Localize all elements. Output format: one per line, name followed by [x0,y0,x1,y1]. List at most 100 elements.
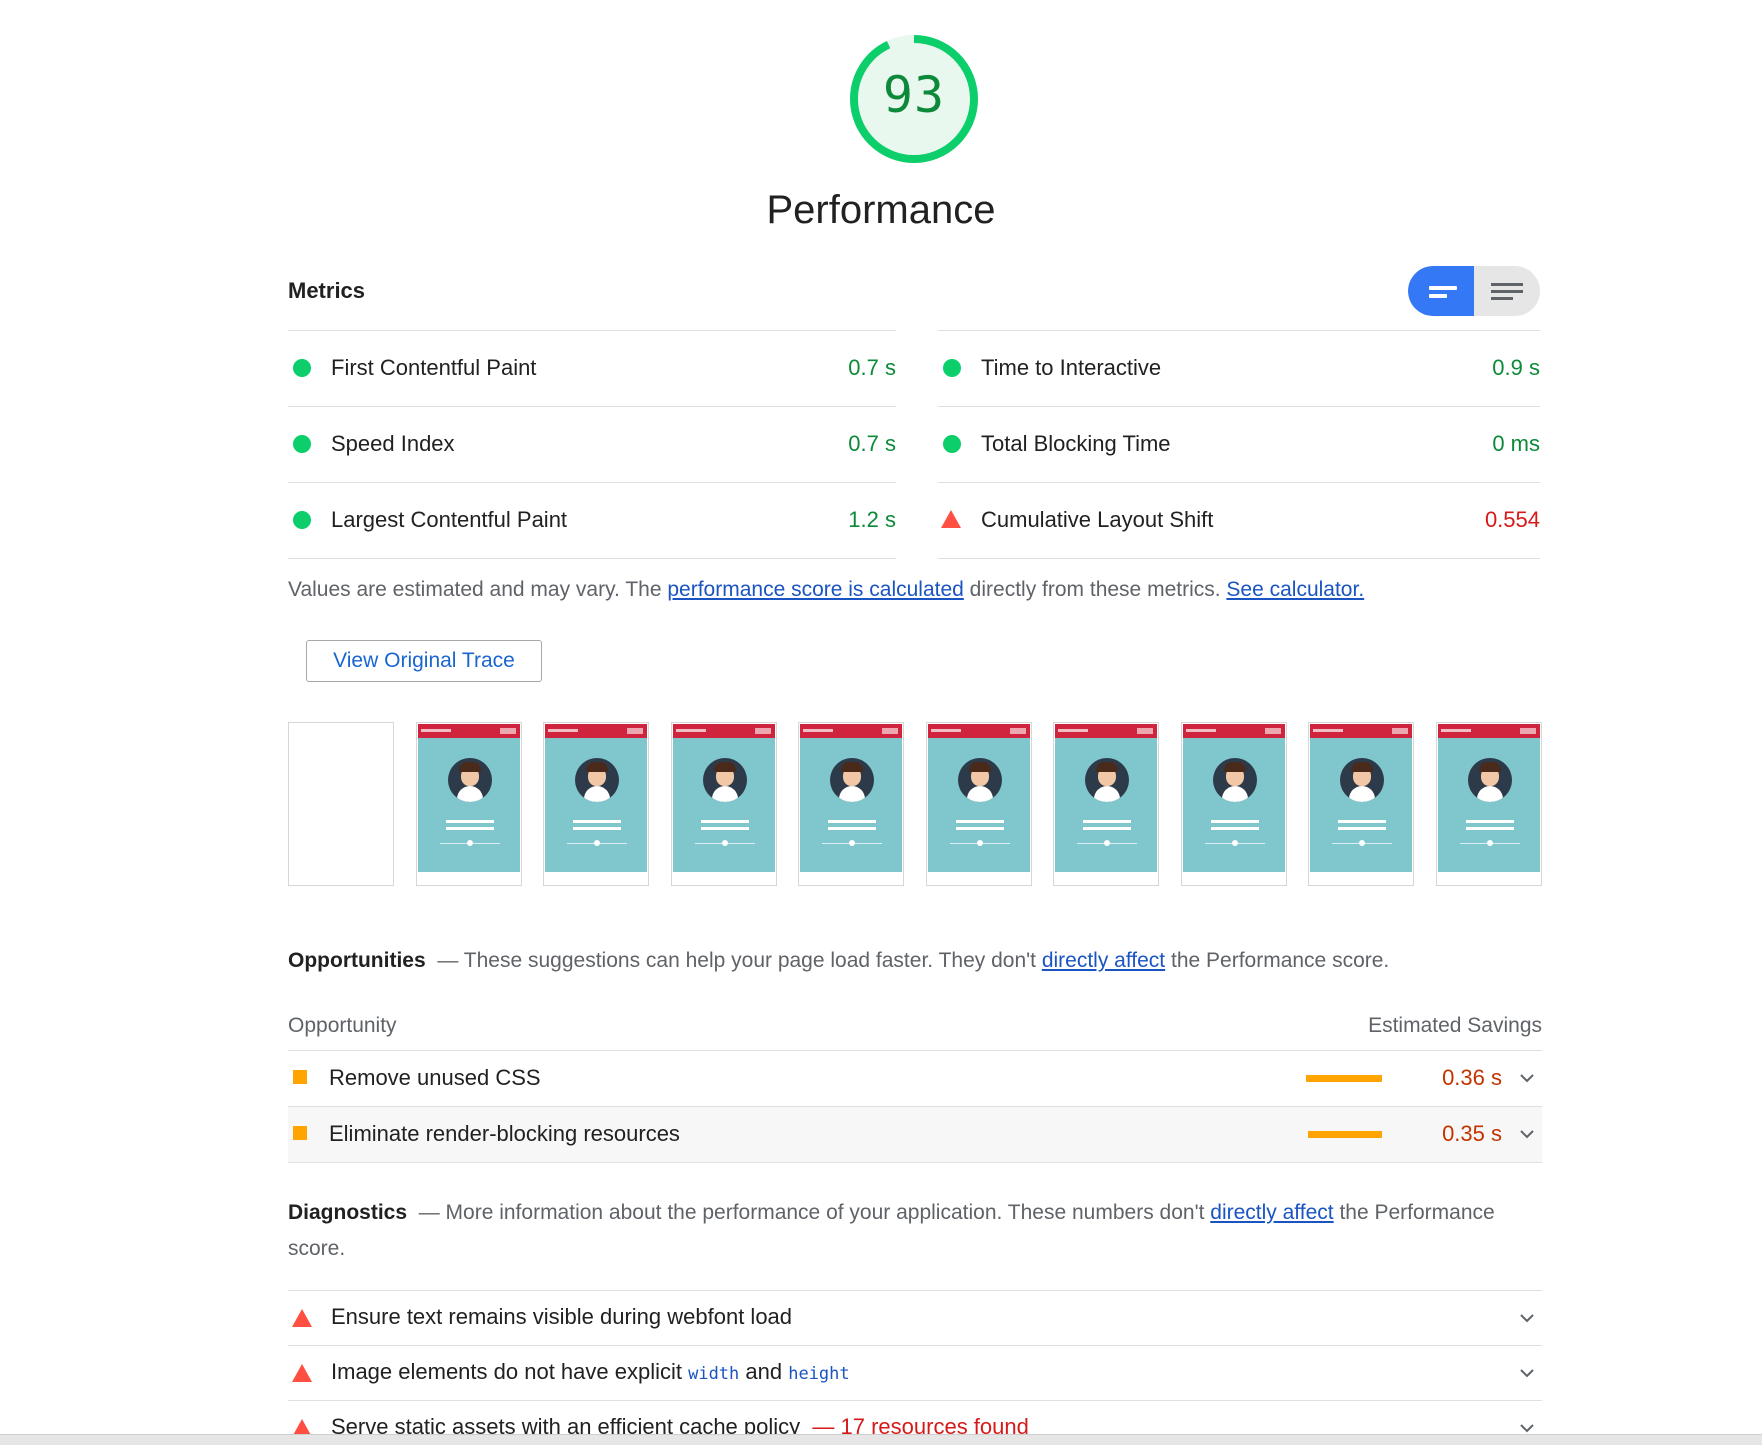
pass-circle-icon [293,359,311,377]
thumbnail-dot [594,840,600,846]
metric-value: 0.7 s [848,431,896,456]
metric-time-to-interactive: Time to Interactive 0.9 s [938,330,1540,406]
avatar-illustration [958,758,1002,802]
avatar-illustration [448,758,492,802]
page-thumbnail [800,724,902,872]
filmstrip [288,722,1542,888]
estimate-note-middle: directly from these metrics. [963,578,1227,601]
filmstrip-frame [1436,722,1542,886]
pass-circle-icon [943,359,961,377]
thumbnail-heading-line [1338,827,1386,830]
thumbnail-heading-line [956,820,1004,823]
expanded-view-icon [1491,283,1523,300]
opportunities-desc-suffix: the Performance score. [1165,949,1390,972]
thumbnail-header [1438,724,1540,738]
metric-label: Time to Interactive [981,355,1162,380]
filmstrip-frame [1181,722,1287,886]
page-thumbnail [1055,724,1157,872]
thumbnail-heading-line [1211,827,1259,830]
code-height: height [788,1364,850,1384]
thumbnail-heading-line [828,827,876,830]
opportunity-label: Eliminate render-blocking resources [329,1121,680,1146]
metrics-column-left: First Contentful Paint 0.7 s Speed Index… [288,330,896,559]
diagnostic-cache-policy[interactable]: Serve static assets with an efficient ca… [288,1400,1542,1455]
estimated-savings-column-header: Estimated Savings [1368,1014,1542,1037]
thumbnail-heading-line [956,827,1004,830]
savings-sparkbar [1308,1131,1382,1138]
thumbnail-header [928,724,1030,738]
score-calculated-link[interactable]: performance score is calculated [667,578,963,601]
thumbnail-header [1310,724,1412,738]
compact-view-icon [1429,286,1457,298]
thumbnail-heading-line [446,820,494,823]
thumbnail-header [800,724,902,738]
thumbnail-heading-line [701,820,749,823]
metric-label: Total Blocking Time [981,431,1171,456]
metric-largest-contentful-paint: Largest Contentful Paint 1.2 s [288,482,896,559]
thumbnail-dot [1104,840,1110,846]
code-width: width [688,1364,740,1384]
chevron-down-icon[interactable] [1516,1123,1538,1145]
horizontal-scrollbar[interactable] [0,1434,1762,1445]
metric-speed-index: Speed Index 0.7 s [288,406,896,482]
opportunities-directly-affect-link[interactable]: directly affect [1042,949,1165,972]
filmstrip-frame [798,722,904,886]
diagnostic-image-dimensions[interactable]: Image elements do not have explicit widt… [288,1345,1542,1400]
opportunities-heading: Opportunities — These suggestions can he… [288,943,1389,979]
category-title: Performance [766,188,996,232]
metric-value: 0.7 s [848,355,896,380]
performance-score: 93 [882,66,946,124]
metrics-heading: Metrics [288,278,366,303]
diagnostics-dash: — [418,1201,440,1224]
view-original-trace-button[interactable]: View Original Trace [306,640,542,682]
metric-total-blocking-time: Total Blocking Time 0 ms [938,406,1540,482]
page-thumbnail [1438,724,1540,872]
filmstrip-frame [1053,722,1159,886]
thumbnail-heading-line [573,820,621,823]
thumbnail-dot [467,840,473,846]
thumbnail-dot [1232,840,1238,846]
pass-circle-icon [293,511,311,529]
see-calculator-link[interactable]: See calculator. [1226,578,1364,601]
fail-triangle-icon [292,1309,312,1327]
fail-triangle-icon [292,1364,312,1382]
thumbnail-header [1183,724,1285,738]
average-square-icon [293,1126,307,1140]
chevron-down-icon[interactable] [1516,1362,1538,1384]
metric-label: Largest Contentful Paint [331,507,568,532]
opportunity-eliminate-render-blocking[interactable]: Eliminate render-blocking resources 0.35… [288,1107,1542,1163]
savings-value: 0.36 s [1442,1065,1502,1090]
thumbnail-heading-line [1083,827,1131,830]
thumbnail-header [545,724,647,738]
opportunities-desc-prefix: These suggestions can help your page loa… [458,949,1042,972]
chevron-down-icon[interactable] [1516,1067,1538,1089]
diagnostics-directly-affect-link[interactable]: directly affect [1210,1201,1333,1224]
metric-value: 0.9 s [1492,355,1540,380]
metric-first-contentful-paint: First Contentful Paint 0.7 s [288,330,896,406]
diagnostic-webfont-visible[interactable]: Ensure text remains visible during webfo… [288,1290,1542,1345]
avatar-illustration [1468,758,1512,802]
metric-value: 0 ms [1492,431,1540,456]
thumbnail-header [418,724,520,738]
expanded-view-button[interactable] [1474,266,1540,316]
filmstrip-frame [926,722,1032,886]
metrics-view-toggle[interactable] [1408,266,1540,316]
opportunity-table-header: Opportunity Estimated Savings [288,1010,1542,1051]
page-thumbnail [1183,724,1285,872]
thumbnail-heading-line [828,820,876,823]
compact-view-button[interactable] [1408,266,1474,316]
diagnostics-title: Diagnostics [288,1201,408,1224]
thumbnail-dot [849,840,855,846]
chevron-down-icon[interactable] [1516,1307,1538,1329]
avatar-illustration [703,758,747,802]
filmstrip-frame [543,722,649,886]
thumbnail-heading-line [573,827,621,830]
diagnostic-label-pre: Image elements do not have explicit [331,1359,689,1384]
estimate-note: Values are estimated and may vary. The p… [288,578,1364,602]
estimate-note-prefix: Values are estimated and may vary. The [288,578,668,601]
opportunities-dash: — [437,949,459,972]
metric-label: Speed Index [331,431,455,456]
opportunity-remove-unused-css[interactable]: Remove unused CSS 0.36 s [288,1051,1542,1107]
thumbnail-dot [1359,840,1365,846]
metric-value: 0.554 [1484,507,1540,532]
